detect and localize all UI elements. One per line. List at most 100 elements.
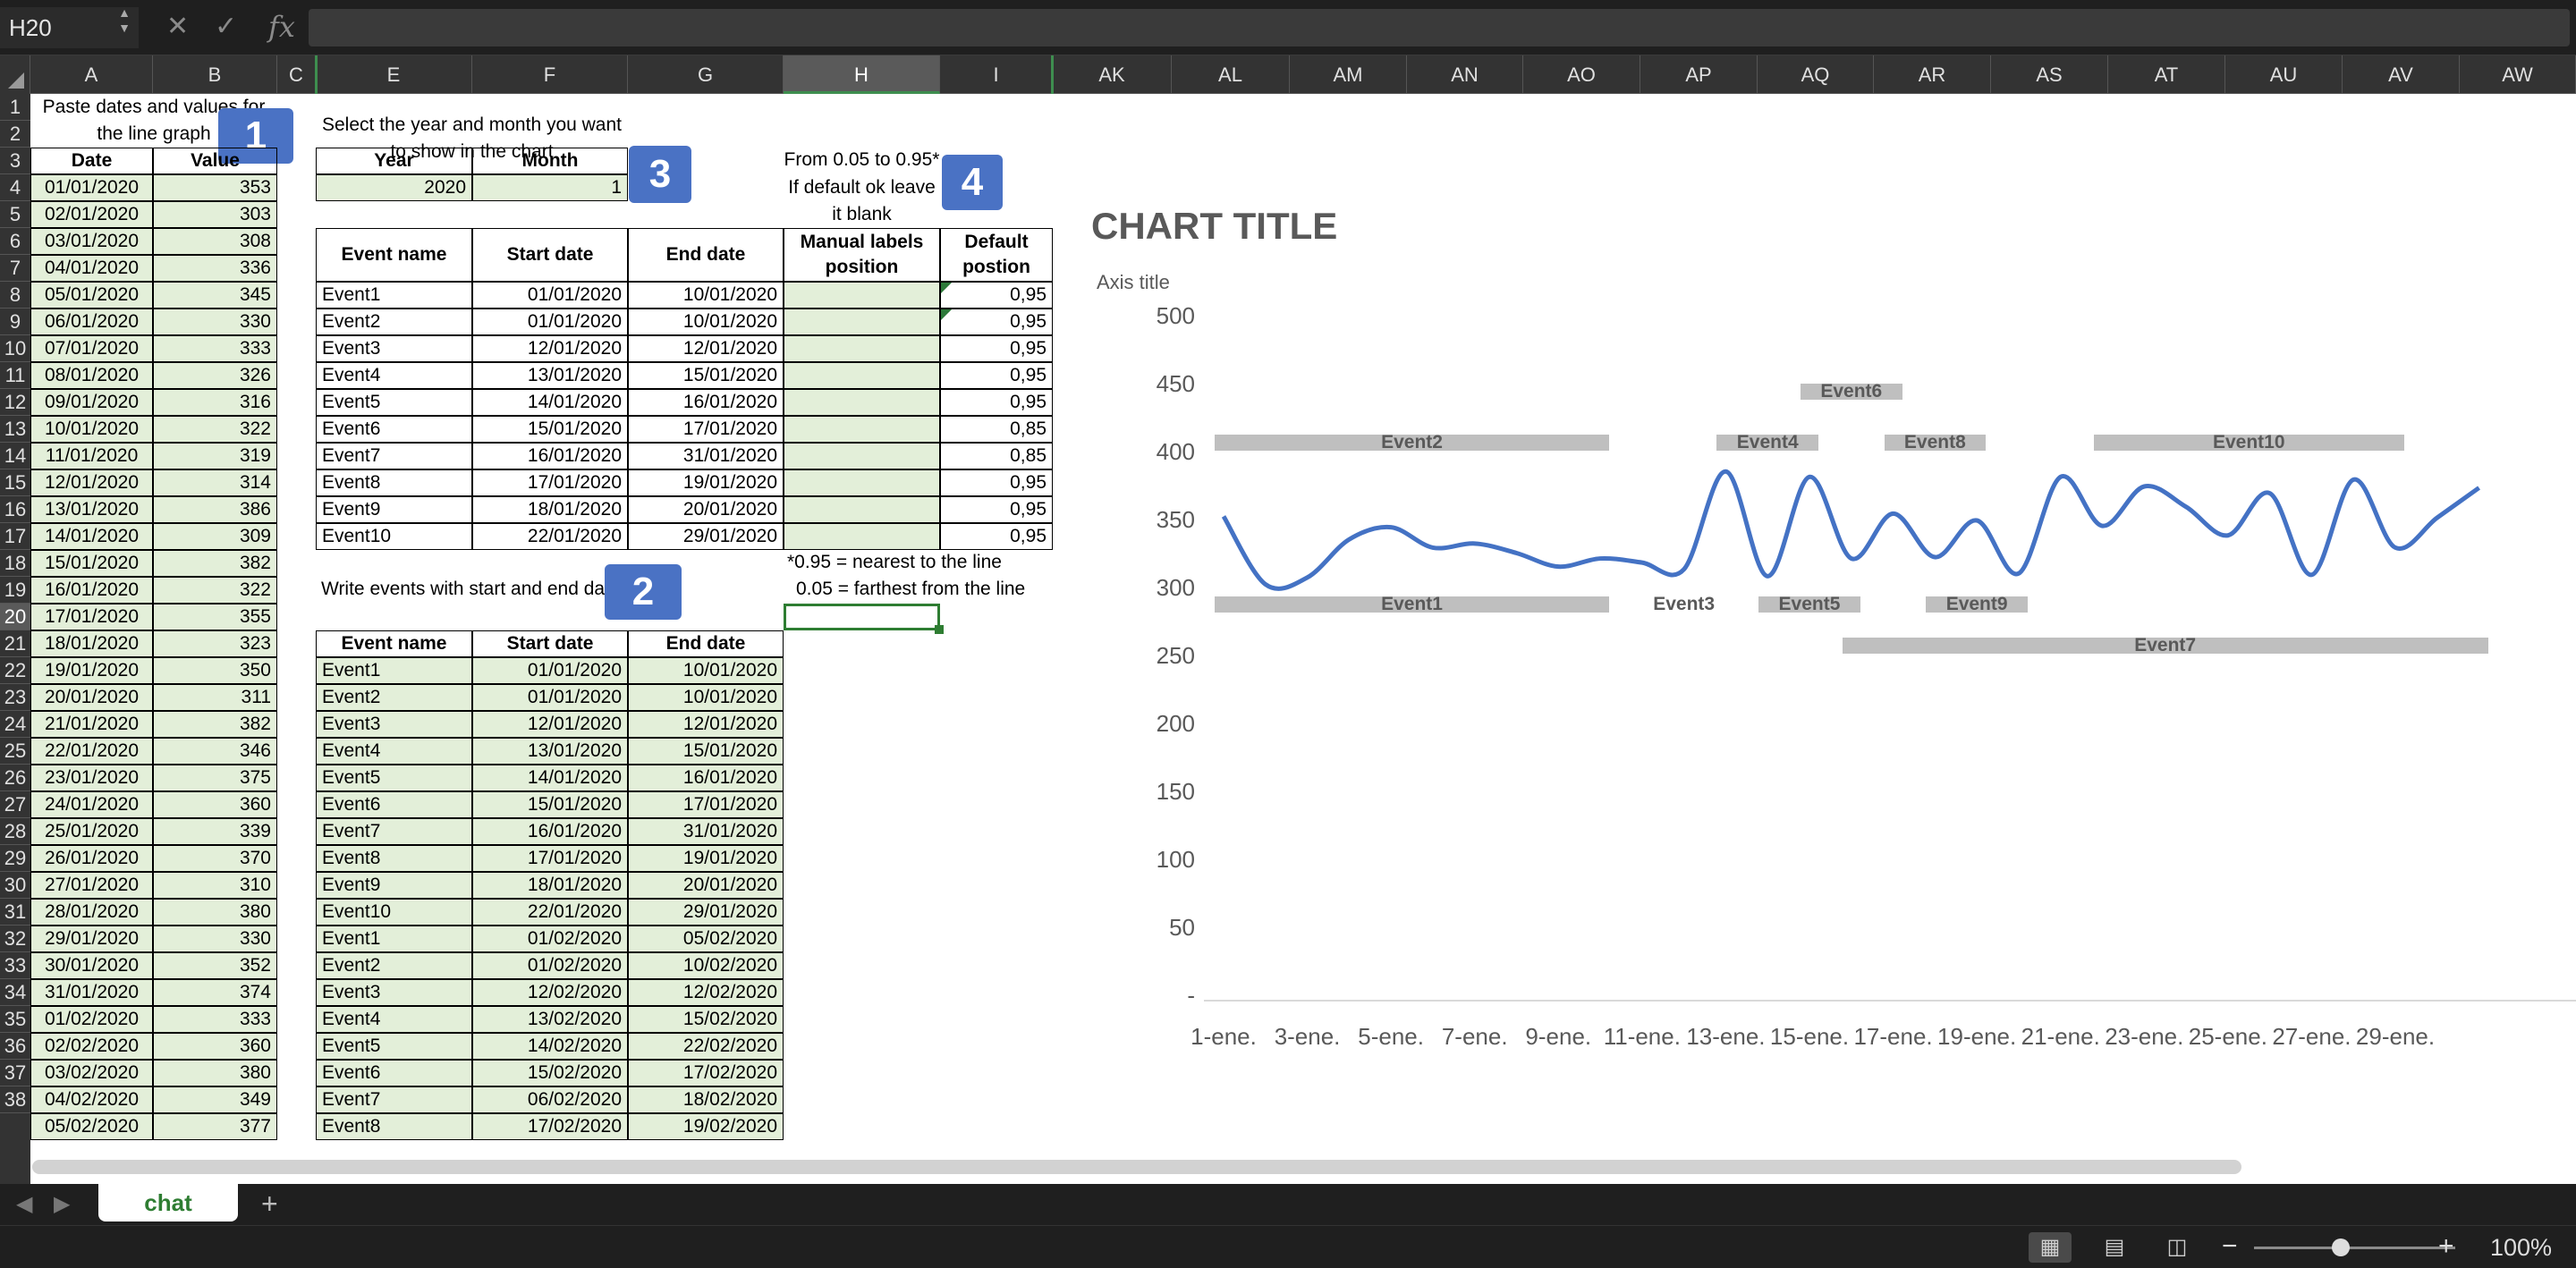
data-date-cell[interactable]: 24/01/2020 (30, 791, 153, 818)
data-value-cell[interactable]: 330 (153, 926, 277, 952)
zoom-slider[interactable] (2254, 1247, 2455, 1249)
input-event-start[interactable]: 01/02/2020 (472, 952, 628, 979)
event-bar-event1[interactable]: Event1 (1215, 595, 1610, 613)
event-bar-event10[interactable]: Event10 (2093, 433, 2404, 452)
event-name-cell[interactable]: Event8 (316, 469, 472, 496)
data-value-cell[interactable]: 314 (153, 469, 277, 496)
events-table-header-1[interactable]: Start date (472, 228, 628, 282)
event-start-cell[interactable]: 14/01/2020 (472, 389, 628, 416)
events-input-header-1[interactable]: Start date (472, 630, 628, 657)
month-header[interactable]: Month (472, 148, 628, 174)
event-start-cell[interactable]: 17/01/2020 (472, 469, 628, 496)
row-header-30[interactable]: 30 (0, 872, 30, 899)
fill-handle[interactable] (935, 625, 944, 634)
data-value-cell[interactable]: 349 (153, 1086, 277, 1113)
data-value-cell[interactable]: 386 (153, 496, 277, 523)
row-header-14[interactable]: 14 (0, 443, 30, 469)
column-header-al[interactable]: AL (1172, 55, 1290, 94)
input-event-start[interactable]: 15/01/2020 (472, 791, 628, 818)
manual-position-input[interactable] (784, 282, 940, 309)
data-date-cell[interactable]: 01/02/2020 (30, 1006, 153, 1033)
input-event-name[interactable]: Event4 (316, 1006, 472, 1033)
row-header-31[interactable]: 31 (0, 899, 30, 926)
input-event-end[interactable]: 15/01/2020 (628, 738, 784, 765)
data-value-cell[interactable]: 382 (153, 550, 277, 577)
row-header-8[interactable]: 8 (0, 282, 30, 309)
input-event-name[interactable]: Event1 (316, 926, 472, 952)
default-position-cell[interactable]: 0,95 (940, 523, 1053, 550)
input-event-end[interactable]: 05/02/2020 (628, 926, 784, 952)
data-value-cell[interactable]: 382 (153, 711, 277, 738)
column-header-as[interactable]: AS (1991, 55, 2108, 94)
input-event-start[interactable]: 15/02/2020 (472, 1060, 628, 1086)
event-bar-event6[interactable]: Event6 (1801, 382, 1902, 401)
input-event-name[interactable]: Event2 (316, 952, 472, 979)
default-position-cell[interactable]: 0,95 (940, 335, 1053, 362)
input-event-start[interactable]: 12/01/2020 (472, 711, 628, 738)
manual-position-input[interactable] (784, 362, 940, 389)
event-name-cell[interactable]: Event2 (316, 309, 472, 335)
input-event-end[interactable]: 22/02/2020 (628, 1033, 784, 1060)
month-input[interactable]: 1 (472, 174, 628, 201)
formula-input[interactable] (309, 9, 2570, 46)
line-chart[interactable]: CHART TITLE Axis title - 50 100 150 200 250 30… (1070, 160, 2576, 1184)
year-header[interactable]: Year (316, 148, 472, 174)
data-date-cell[interactable]: 29/01/2020 (30, 926, 153, 952)
sheet-tab-chat[interactable]: chat (98, 1184, 238, 1222)
data-value-cell[interactable]: 375 (153, 765, 277, 791)
event-name-cell[interactable]: Event6 (316, 416, 472, 443)
manual-position-input[interactable] (784, 309, 940, 335)
input-event-name[interactable]: Event8 (316, 845, 472, 872)
chart-title[interactable]: CHART TITLE (1091, 205, 1337, 248)
input-event-end[interactable]: 17/01/2020 (628, 791, 784, 818)
input-event-name[interactable]: Event5 (316, 765, 472, 791)
input-event-start[interactable]: 14/02/2020 (472, 1033, 628, 1060)
input-event-name[interactable]: Event6 (316, 1060, 472, 1086)
data-value-cell[interactable]: 333 (153, 335, 277, 362)
horizontal-scrollbar[interactable] (32, 1160, 2241, 1174)
data-date-cell[interactable]: 11/01/2020 (30, 443, 153, 469)
manual-position-input[interactable] (784, 443, 940, 469)
column-header-i[interactable]: I (940, 55, 1053, 94)
row-header-26[interactable]: 26 (0, 765, 30, 791)
input-event-start[interactable]: 01/02/2020 (472, 926, 628, 952)
column-header-b[interactable]: B (153, 55, 277, 94)
input-event-name[interactable]: Event6 (316, 791, 472, 818)
event-end-cell[interactable]: 16/01/2020 (628, 389, 784, 416)
manual-position-input[interactable] (784, 496, 940, 523)
event-end-cell[interactable]: 20/01/2020 (628, 496, 784, 523)
data-date-cell[interactable]: 01/01/2020 (30, 174, 153, 201)
input-event-end[interactable]: 17/02/2020 (628, 1060, 784, 1086)
row-header-29[interactable]: 29 (0, 845, 30, 872)
events-input-header-0[interactable]: Event name (316, 630, 472, 657)
series-line[interactable] (1221, 469, 2481, 591)
data-value-cell[interactable]: 322 (153, 577, 277, 604)
data-value-cell[interactable]: 353 (153, 174, 277, 201)
default-position-cell[interactable]: 0,95 (940, 496, 1053, 523)
input-event-name[interactable]: Event8 (316, 1113, 472, 1140)
row-header-9[interactable]: 9 (0, 309, 30, 335)
column-header-aw[interactable]: AW (2460, 55, 2576, 94)
column-header-ao[interactable]: AO (1523, 55, 1640, 94)
data-date-cell[interactable]: 23/01/2020 (30, 765, 153, 791)
events-input-header-2[interactable]: End date (628, 630, 784, 657)
manual-position-input[interactable] (784, 335, 940, 362)
manual-position-input[interactable] (784, 389, 940, 416)
row-header-1[interactable]: 1 (0, 94, 30, 121)
event-name-cell[interactable]: Event7 (316, 443, 472, 469)
row-header-32[interactable]: 32 (0, 926, 30, 952)
event-start-cell[interactable]: 22/01/2020 (472, 523, 628, 550)
row-header-28[interactable]: 28 (0, 818, 30, 845)
event-bar-event7[interactable]: Event7 (1842, 636, 2488, 655)
manual-position-input[interactable] (784, 416, 940, 443)
event-bar-event2[interactable]: Event2 (1215, 433, 1610, 452)
column-header-an[interactable]: AN (1407, 55, 1523, 94)
data-date-cell[interactable]: 18/01/2020 (30, 630, 153, 657)
input-event-start[interactable]: 06/02/2020 (472, 1086, 628, 1113)
data-date-cell[interactable]: 16/01/2020 (30, 577, 153, 604)
event-end-cell[interactable]: 17/01/2020 (628, 416, 784, 443)
row-header-25[interactable]: 25 (0, 738, 30, 765)
previous-sheet-icon[interactable]: ◀ (16, 1191, 32, 1217)
input-event-end[interactable]: 15/02/2020 (628, 1006, 784, 1033)
data-value-cell[interactable]: 303 (153, 201, 277, 228)
